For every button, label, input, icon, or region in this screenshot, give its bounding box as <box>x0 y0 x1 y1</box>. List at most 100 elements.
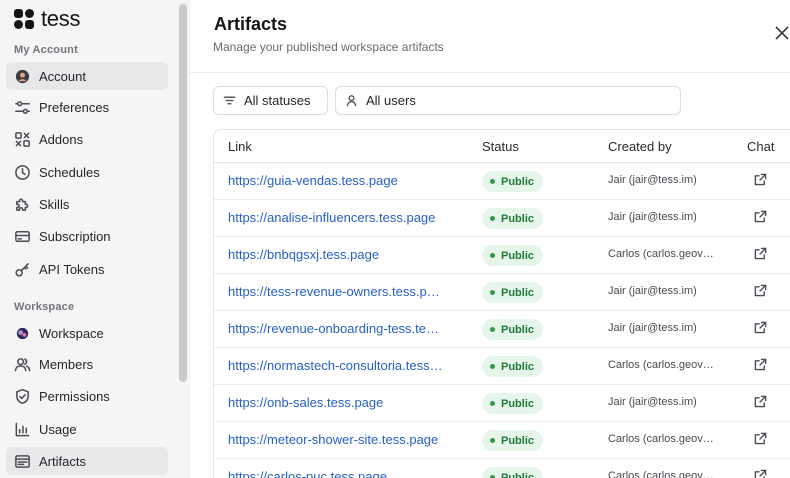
sidebar-item-schedules[interactable]: Schedules <box>6 158 168 186</box>
sidebar-item-members[interactable]: Members <box>6 350 168 378</box>
users-filter-value: All users <box>366 93 416 108</box>
artifact-link[interactable]: https://tess-revenue-owners.tess.p… <box>228 284 456 299</box>
sidebar-item-api-tokens[interactable]: API Tokens <box>6 255 168 283</box>
status-badge: Public <box>482 356 544 377</box>
sidebar-item-usage[interactable]: Usage <box>6 415 168 443</box>
open-chat-button[interactable] <box>754 432 768 446</box>
sidebar-item-account[interactable]: Account <box>6 62 168 90</box>
sidebar-scrollbar[interactable] <box>179 4 187 382</box>
status-badge-label: Public <box>501 249 535 262</box>
artifact-link[interactable]: https://analise-influencers.tess.page <box>228 210 456 225</box>
page-title: Artifacts <box>214 14 288 34</box>
status-badge: Public <box>482 171 544 192</box>
sidebar-item-addons[interactable]: Addons <box>6 125 168 153</box>
status-badge-label: Public <box>501 212 535 225</box>
sidebar-item-label: Skills <box>39 196 70 212</box>
tess-logo[interactable]: tess <box>13 6 80 32</box>
artifact-link[interactable]: https://revenue-onboarding-tess.te… <box>228 321 456 336</box>
artifacts-table: Link Status Created by Chat https://guia… <box>213 129 790 478</box>
sidebar-item-label: Members <box>39 356 94 372</box>
status-filter[interactable]: All statuses <box>213 86 328 115</box>
artifact-link[interactable]: https://meteor-shower-site.tess.page <box>228 432 456 447</box>
artifact-link[interactable]: https://onb-sales.tess.page <box>228 395 456 410</box>
workspace-avatar-icon <box>13 324 31 342</box>
status-badge-label: Public <box>501 323 535 336</box>
open-chat-button[interactable] <box>754 173 768 187</box>
artifact-link[interactable]: https://normastech-consultoria.tess… <box>228 358 456 373</box>
status-badge: Public <box>482 467 544 478</box>
external-link-icon <box>754 284 767 297</box>
artifact-link[interactable]: https://carlos-puc.tess.page <box>228 469 456 478</box>
open-chat-button[interactable] <box>754 247 768 261</box>
settings-sidebar: tess My Account Account Preferences Addo… <box>0 0 190 478</box>
sidebar-item-label: Artifacts <box>39 453 86 469</box>
status-badge-label: Public <box>501 360 535 373</box>
clock-icon <box>13 163 31 181</box>
created-by: Jair (jair@tess.im) <box>608 211 697 223</box>
sidebar-item-label: Permissions <box>39 388 110 404</box>
external-link-icon <box>754 395 767 408</box>
sidebar-item-label: Account <box>39 68 86 84</box>
sidebar-item-preferences[interactable]: Preferences <box>6 93 168 121</box>
created-by: Jair (jair@tess.im) <box>608 285 697 297</box>
app-name: tess <box>41 6 81 31</box>
key-icon <box>13 260 31 278</box>
page-subtitle: Manage your published workspace artifact… <box>213 40 444 54</box>
created-by: Carlos (carlos.geov… <box>608 470 714 478</box>
status-dot <box>490 401 495 406</box>
sidebar-item-label: Addons <box>39 131 84 147</box>
table-row: https://tess-revenue-owners.tess.p… Publi… <box>214 274 790 311</box>
open-chat-button[interactable] <box>754 321 768 335</box>
external-link-icon <box>754 469 767 478</box>
table-row: https://meteor-shower-site.tess.page Publ… <box>214 422 790 459</box>
status-dot <box>490 290 495 295</box>
open-chat-button[interactable] <box>754 284 768 298</box>
status-dot <box>490 438 495 443</box>
table-row: https://analise-influencers.tess.page Pub… <box>214 200 790 237</box>
open-chat-button[interactable] <box>754 210 768 224</box>
status-badge: Public <box>482 245 544 266</box>
created-by: Jair (jair@tess.im) <box>608 396 697 408</box>
table-row: https://guia-vendas.tess.page Public Jair … <box>214 163 790 200</box>
status-badge: Public <box>482 430 544 451</box>
tess-logo-icon <box>14 9 34 29</box>
artifacts-icon <box>13 452 31 470</box>
section-label-my-account: My Account <box>14 44 78 56</box>
status-badge-label: Public <box>501 434 535 447</box>
sidebar-item-skills[interactable]: Skills <box>6 190 168 218</box>
addons-icon <box>13 130 31 148</box>
sidebar-item-permissions[interactable]: Permissions <box>6 382 168 410</box>
created-by: Jair (jair@tess.im) <box>608 174 697 186</box>
table-row: https://onb-sales.tess.page Public Jair (j… <box>214 385 790 422</box>
created-by: Carlos (carlos.geov… <box>608 433 714 445</box>
artifacts-panel: Artifacts Manage your published workspac… <box>190 0 790 478</box>
status-dot <box>490 216 495 221</box>
column-header-link: Link <box>228 139 252 154</box>
close-button[interactable] <box>775 26 790 42</box>
sidebar-item-label: Subscription <box>39 228 111 244</box>
status-badge-label: Public <box>501 397 535 410</box>
status-badge-label: Public <box>501 471 535 478</box>
created-by: Jair (jair@tess.im) <box>608 322 697 334</box>
users-filter[interactable]: All users <box>335 86 681 115</box>
external-link-icon <box>754 432 767 445</box>
open-chat-button[interactable] <box>754 469 768 478</box>
puzzle-icon <box>13 195 31 213</box>
open-chat-button[interactable] <box>754 358 768 372</box>
sidebar-item-artifacts[interactable]: Artifacts <box>6 447 168 475</box>
sidebar-item-workspace[interactable]: Workspace <box>6 319 168 347</box>
column-header-created-by: Created by <box>608 139 672 154</box>
artifact-link[interactable]: https://bnbqgsxj.tess.page <box>228 247 456 262</box>
external-link-icon <box>754 321 767 334</box>
artifact-link[interactable]: https://guia-vendas.tess.page <box>228 173 456 188</box>
table-row: https://carlos-puc.tess.page Public Carlos… <box>214 459 790 478</box>
table-row: https://revenue-onboarding-tess.te… Publi… <box>214 311 790 348</box>
status-dot <box>490 179 495 184</box>
status-dot <box>490 327 495 332</box>
column-header-chat: Chat <box>747 139 775 154</box>
table-row: https://bnbqgsxj.tess.page Public Carlos (… <box>214 237 790 274</box>
sidebar-item-subscription[interactable]: Subscription <box>6 222 168 250</box>
sliders-icon <box>13 98 31 116</box>
status-badge: Public <box>482 282 544 303</box>
open-chat-button[interactable] <box>754 395 768 409</box>
